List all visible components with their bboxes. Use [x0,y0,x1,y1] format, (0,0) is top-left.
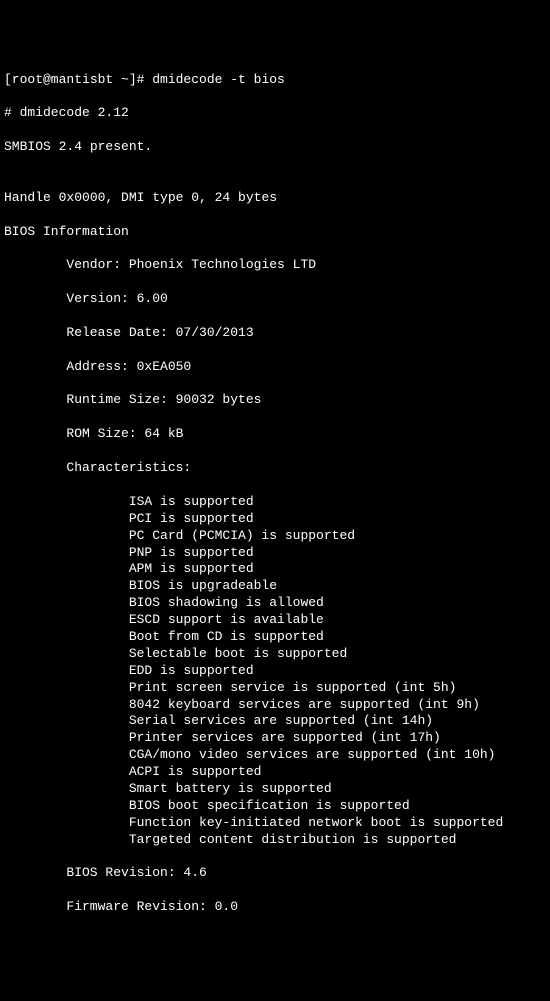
characteristic-item: CGA/mono video services are supported (i… [4,747,546,764]
field-runtime-size: Runtime Size: 90032 bytes [4,392,546,409]
characteristic-item: APM is supported [4,561,546,578]
field-firmware-revision: Firmware Revision: 0.0 [4,899,546,916]
field-version: Version: 6.00 [4,291,546,308]
handle-line: Handle 0x0000, DMI type 0, 24 bytes [4,190,546,207]
field-rom-size: ROM Size: 64 kB [4,426,546,443]
characteristic-item: BIOS is upgradeable [4,578,546,595]
characteristic-item: PNP is supported [4,545,546,562]
characteristic-item: ESCD support is available [4,612,546,629]
characteristic-item: Smart battery is supported [4,781,546,798]
section-title: BIOS Information [4,224,546,241]
characteristic-item: 8042 keyboard services are supported (in… [4,697,546,714]
characteristic-item: ISA is supported [4,494,546,511]
characteristic-item: Serial services are supported (int 14h) [4,713,546,730]
field-vendor: Vendor: Phoenix Technologies LTD [4,257,546,274]
characteristic-item: Selectable boot is supported [4,646,546,663]
output-header-1: # dmidecode 2.12 [4,105,546,122]
characteristic-item: ACPI is supported [4,764,546,781]
characteristics-list: ISA is supportedPCI is supportedPC Card … [4,494,546,849]
field-bios-revision: BIOS Revision: 4.6 [4,865,546,882]
characteristic-item: Boot from CD is supported [4,629,546,646]
field-characteristics-label: Characteristics: [4,460,546,477]
characteristic-item: PCI is supported [4,511,546,528]
output-header-2: SMBIOS 2.4 present. [4,139,546,156]
terminal-prompt-line[interactable]: [root@mantisbt ~]# dmidecode -t bios [4,72,546,89]
characteristic-item: Print screen service is supported (int 5… [4,680,546,697]
characteristic-item: EDD is supported [4,663,546,680]
characteristic-item: BIOS boot specification is supported [4,798,546,815]
field-release-date: Release Date: 07/30/2013 [4,325,546,342]
characteristic-item: Function key-initiated network boot is s… [4,815,546,832]
characteristic-item: PC Card (PCMCIA) is supported [4,528,546,545]
field-address: Address: 0xEA050 [4,359,546,376]
characteristic-item: Targeted content distribution is support… [4,832,546,849]
characteristic-item: BIOS shadowing is allowed [4,595,546,612]
characteristic-item: Printer services are supported (int 17h) [4,730,546,747]
